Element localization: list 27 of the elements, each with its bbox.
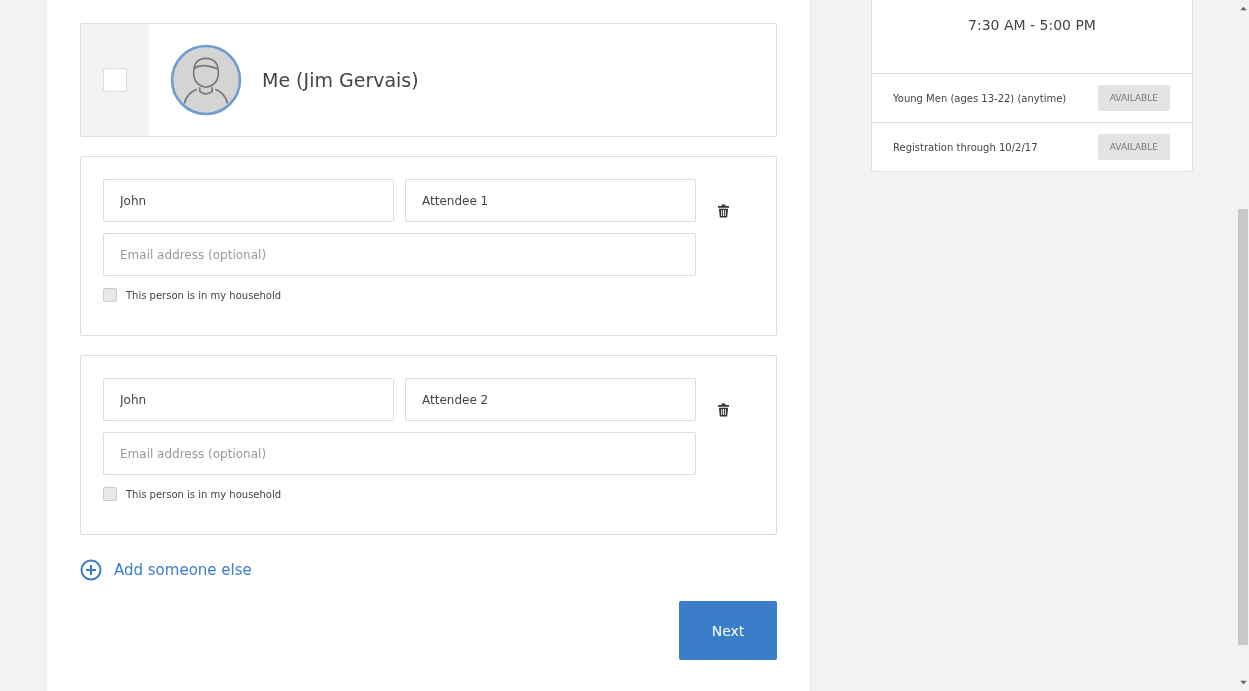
- checkbox-label: This person is in my household: [126, 488, 282, 500]
- last-name-field[interactable]: Attendee 2: [405, 378, 696, 421]
- session-label: Young Men (ages 13-22) (anytime): [893, 92, 1067, 104]
- last-name-field[interactable]: Attendee 1: [405, 179, 696, 222]
- scrollbar-thumb[interactable]: [1238, 209, 1248, 645]
- plus-circle-icon: [80, 559, 102, 581]
- trash-icon[interactable]: [718, 403, 729, 417]
- trash-icon[interactable]: [718, 204, 729, 218]
- add-person-link[interactable]: Add someone else: [80, 559, 252, 581]
- person-name: Me (Jim Gervais): [262, 69, 419, 91]
- time-range: 7:30 AM - 5:00 PM: [872, 0, 1192, 74]
- session-label: Registration through 10/2/17: [893, 141, 1038, 153]
- add-person-text: Add someone else: [114, 561, 252, 579]
- checkbox[interactable]: [103, 68, 127, 92]
- email-field[interactable]: Email address (optional): [103, 233, 696, 276]
- status-badge: AVAILABLE: [1097, 85, 1170, 111]
- email-field[interactable]: Email address (optional): [103, 432, 696, 475]
- checkbox[interactable]: [103, 487, 117, 501]
- scroll-up-icon[interactable]: [1239, 6, 1247, 11]
- avatar-icon: [170, 44, 242, 116]
- status-badge: AVAILABLE: [1097, 134, 1170, 160]
- checkbox-label: This person is in my household: [126, 289, 282, 301]
- next-button[interactable]: Next: [679, 601, 777, 660]
- scroll-down-icon[interactable]: [1239, 680, 1247, 685]
- first-name-field[interactable]: John: [103, 179, 394, 222]
- checkbox[interactable]: [103, 288, 117, 302]
- first-name-field[interactable]: John: [103, 378, 394, 421]
